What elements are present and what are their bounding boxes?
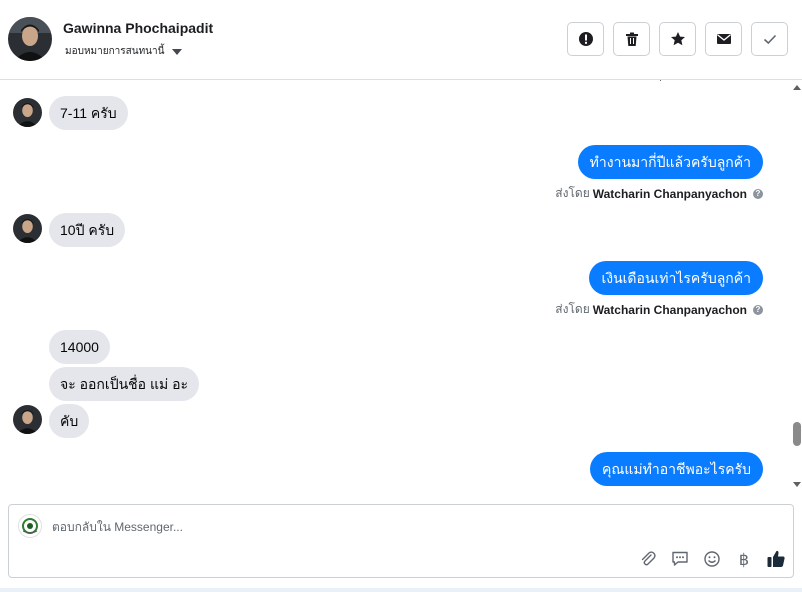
incoming-message: 7-11 ครับ bbox=[49, 96, 128, 130]
saved-replies-button[interactable] bbox=[667, 547, 693, 571]
assign-conversation-dropdown[interactable]: มอบหมายการสนทนานี้ bbox=[65, 44, 183, 59]
thumbs-up-icon bbox=[767, 550, 785, 567]
sent-by-name: Watcharin Chanpanyachon bbox=[592, 302, 747, 317]
contact-avatar[interactable] bbox=[8, 17, 52, 61]
conversation-header: Gawinna Phochaipadit มอบหมายการสนทนานี้ bbox=[0, 0, 802, 80]
incoming-message: จะ ออกเป็นชื่อ แม่ อะ bbox=[49, 367, 200, 401]
assign-label: มอบหมายการสนทนานี้ bbox=[65, 46, 165, 57]
reply-input[interactable] bbox=[52, 515, 652, 539]
outgoing-message: ทำงานมากี่ปีแล้วครับลูกค้า bbox=[577, 145, 763, 179]
trash-icon bbox=[625, 32, 638, 46]
incoming-message: 10ปี ครับ bbox=[49, 213, 126, 247]
sent-by-line: ส่งโดย Watcharin Chanpanyachon ? bbox=[555, 184, 763, 203]
bottom-divider bbox=[0, 588, 802, 592]
star-button[interactable] bbox=[659, 22, 696, 56]
exclamation-icon bbox=[578, 32, 593, 46]
sender-avatar[interactable] bbox=[13, 98, 42, 127]
check-icon bbox=[763, 34, 776, 45]
sent-by-line: ส่งโดย Watcharin Chanpanyachon ? bbox=[555, 300, 763, 319]
help-icon[interactable]: ? bbox=[753, 304, 763, 315]
header-actions bbox=[567, 22, 788, 56]
sender-avatar[interactable] bbox=[13, 214, 42, 243]
outgoing-message: เงินเดือนเท่าไรครับลูกค้า bbox=[589, 261, 763, 295]
star-icon bbox=[670, 32, 685, 46]
envelope-icon bbox=[716, 34, 731, 44]
message-scrollbar[interactable] bbox=[790, 80, 802, 492]
attach-button[interactable] bbox=[635, 547, 661, 571]
done-button[interactable] bbox=[751, 22, 788, 56]
partial-previous-message bbox=[650, 80, 730, 81]
scroll-up-arrow-icon[interactable] bbox=[793, 85, 801, 90]
emoji-button[interactable] bbox=[699, 547, 725, 571]
scroll-down-arrow-icon[interactable] bbox=[793, 482, 801, 487]
incoming-message: 14000 bbox=[49, 330, 110, 364]
scrollbar-thumb[interactable] bbox=[793, 422, 801, 446]
smiley-icon bbox=[704, 551, 720, 567]
incoming-message: คับ bbox=[49, 404, 90, 438]
mark-unread-button[interactable] bbox=[705, 22, 742, 56]
composer-tools: ฿ bbox=[635, 547, 789, 571]
report-button[interactable] bbox=[567, 22, 604, 56]
sent-by-prefix: ส่งโดย bbox=[555, 302, 590, 316]
payment-button[interactable]: ฿ bbox=[731, 547, 757, 571]
page-avatar bbox=[18, 514, 42, 538]
contact-name: Gawinna Phochaipadit bbox=[63, 20, 214, 36]
message-list[interactable]: 7-11 ครับ ทำงานมากี่ปีแล้วครับลูกค้า ส่ง… bbox=[0, 80, 790, 492]
sender-avatar[interactable] bbox=[13, 405, 42, 434]
paperclip-icon bbox=[641, 551, 656, 566]
sent-by-prefix: ส่งโดย bbox=[555, 186, 590, 200]
baht-icon: ฿ bbox=[738, 549, 750, 569]
caret-down-icon bbox=[172, 48, 183, 55]
outgoing-message: คุณแม่ทำอาชีพอะไรครับ bbox=[590, 452, 763, 486]
help-icon[interactable]: ? bbox=[753, 188, 763, 199]
like-button[interactable] bbox=[763, 547, 789, 571]
delete-button[interactable] bbox=[613, 22, 650, 56]
chat-bubble-icon bbox=[672, 551, 688, 566]
sent-by-name: Watcharin Chanpanyachon bbox=[592, 186, 747, 201]
reply-composer: ฿ bbox=[8, 504, 794, 578]
